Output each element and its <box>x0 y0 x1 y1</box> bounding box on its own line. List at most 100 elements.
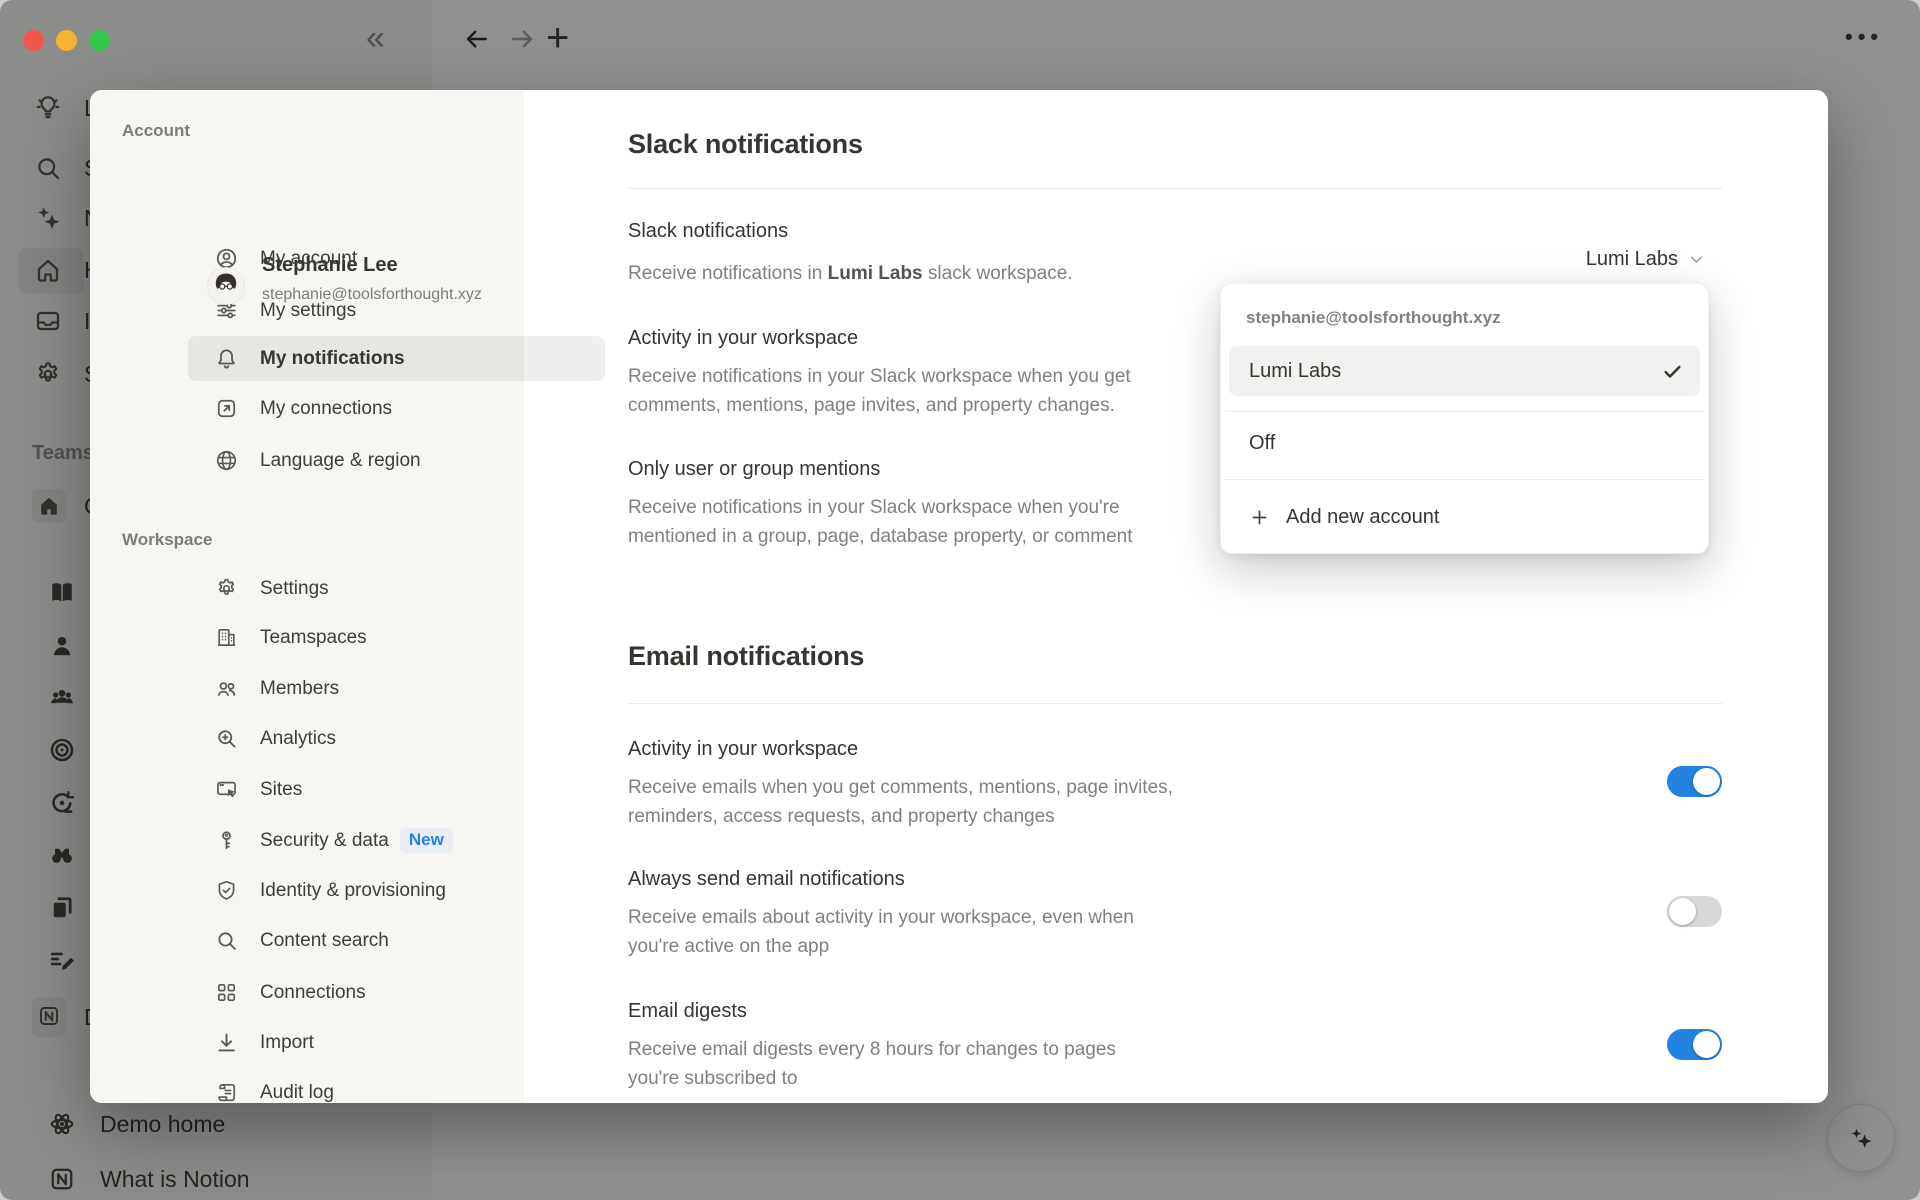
section-divider <box>628 703 1722 704</box>
screen: « L S N H I S Teams C <box>0 0 1920 1200</box>
dropdown-add-new-account[interactable]: Add new account <box>1249 506 1439 529</box>
chevron-down-icon <box>1687 250 1706 269</box>
always-send-row-desc: Receive emails about activity in your wo… <box>628 903 1134 961</box>
email-activity-toggle[interactable] <box>1667 766 1722 797</box>
sidebar-item-my-connections[interactable]: My connections <box>188 386 605 431</box>
notion-window: « L S N H I S Teams C <box>0 0 1920 1200</box>
sidebar-item-label: Language & region <box>260 450 421 472</box>
sidebar-item-language-region[interactable]: Language & region <box>188 438 605 483</box>
sidebar-item-label: My account <box>260 248 357 270</box>
desc-text: Receive emails when you get comments, me… <box>628 777 1173 798</box>
mentions-row-title: Only user or group mentions <box>628 458 880 481</box>
sidebar-item-my-settings[interactable]: My settings <box>188 288 605 333</box>
always-send-row-title: Always send email notifications <box>628 868 905 891</box>
toggle-knob <box>1693 768 1720 795</box>
mentions-row-desc: Receive notifications in your Slack work… <box>628 493 1133 551</box>
desc-text: Receive email digests every 8 hours for … <box>628 1039 1116 1060</box>
desc-text: Receive notifications in your Slack work… <box>628 497 1120 518</box>
sidebar-item-label: Content search <box>260 930 389 952</box>
slack-notifications-row-title: Slack notifications <box>628 220 788 243</box>
sidebar-item-label: Import <box>260 1032 314 1054</box>
sidebar-item-connections[interactable]: Connections <box>188 970 605 1015</box>
grid-icon <box>214 980 239 1005</box>
desc-text: reminders, access requests, and property… <box>628 806 1055 827</box>
dropdown-option-lumi-labs[interactable]: Lumi Labs <box>1229 346 1700 396</box>
members-icon <box>214 676 239 701</box>
desc-text: slack workspace. <box>923 263 1073 284</box>
settings-sidebar: Account Stephanie Lee stephanie@toolsfor… <box>90 90 524 1103</box>
sidebar-item-label: My settings <box>260 300 356 322</box>
shield-check-icon <box>214 878 239 903</box>
desc-bold-text: Lumi Labs <box>828 263 923 284</box>
search-icon <box>214 928 239 953</box>
activity-row-desc: Receive notifications in your Slack work… <box>628 362 1131 420</box>
email-activity-row-desc: Receive emails when you get comments, me… <box>628 773 1173 831</box>
email-notifications-heading: Email notifications <box>628 641 864 672</box>
desc-text: Receive emails about activity in your wo… <box>628 907 1134 928</box>
email-activity-row-title: Activity in your workspace <box>628 738 858 761</box>
magnifier-plus-icon <box>214 726 239 751</box>
email-digests-row-title: Email digests <box>628 1000 747 1023</box>
slack-notifications-heading: Slack notifications <box>628 129 863 160</box>
sidebar-item-audit-log[interactable]: Audit log <box>188 1070 605 1103</box>
sidebar-item-teamspaces[interactable]: Teamspaces <box>188 615 605 660</box>
desc-text: mentioned in a group, page, database pro… <box>628 526 1133 547</box>
sidebar-item-identity-provisioning[interactable]: Identity & provisioning <box>188 868 605 913</box>
sidebar-item-my-account[interactable]: My account <box>188 236 605 281</box>
sidebar-item-security-data[interactable]: Security & data New <box>188 818 605 863</box>
sidebar-item-label: Identity & provisioning <box>260 880 446 902</box>
dropdown-option-label: Lumi Labs <box>1249 360 1341 383</box>
scroll-icon <box>214 1080 239 1103</box>
dropdown-option-off[interactable]: Off <box>1249 432 1275 455</box>
dropdown-add-label: Add new account <box>1286 506 1439 529</box>
email-digests-toggle[interactable] <box>1667 1029 1722 1060</box>
sidebar-item-label: Teamspaces <box>260 627 367 649</box>
account-section-header: Account <box>122 121 190 141</box>
avatar[interactable] <box>207 267 245 305</box>
plus-icon <box>1249 507 1270 528</box>
slack-workspace-select[interactable]: Lumi Labs <box>1586 248 1706 271</box>
desc-text: you're active on the app <box>628 936 829 957</box>
zoom-window-button[interactable] <box>89 30 110 51</box>
sidebar-item-import[interactable]: Import <box>188 1020 605 1065</box>
email-digests-row-desc: Receive email digests every 8 hours for … <box>628 1035 1116 1093</box>
desc-text: Receive notifications in <box>628 263 828 284</box>
settings-modal: Account Stephanie Lee stephanie@toolsfor… <box>90 90 1828 1103</box>
desc-text: Receive notifications in your Slack work… <box>628 366 1131 387</box>
sidebar-item-members[interactable]: Members <box>188 666 605 711</box>
sidebar-item-sites[interactable]: Sites <box>188 767 605 812</box>
bell-icon <box>214 346 239 371</box>
browser-cursor-icon <box>214 777 239 802</box>
dropdown-divider <box>1225 411 1704 412</box>
sidebar-item-label: Connections <box>260 982 366 1004</box>
toggle-knob <box>1669 898 1696 925</box>
toggle-knob <box>1693 1031 1720 1058</box>
workspace-section-header: Workspace <box>122 530 212 550</box>
sidebar-item-analytics[interactable]: Analytics <box>188 716 605 761</box>
sidebar-item-my-notifications[interactable]: My notifications <box>188 336 605 381</box>
download-icon <box>214 1030 239 1055</box>
sidebar-item-settings[interactable]: Settings <box>188 566 605 611</box>
sidebar-item-label: Settings <box>260 578 329 600</box>
key-icon <box>214 828 239 853</box>
always-send-toggle[interactable] <box>1667 896 1722 927</box>
desc-text: comments, mentions, page invites, and pr… <box>628 395 1115 416</box>
slack-notifications-row-desc: Receive notifications in Lumi Labs slack… <box>628 259 1073 288</box>
section-divider <box>628 188 1722 189</box>
minimize-window-button[interactable] <box>56 30 77 51</box>
building-icon <box>214 625 239 650</box>
close-window-button[interactable] <box>23 30 44 51</box>
sidebar-item-label: My connections <box>260 398 392 420</box>
activity-row-title: Activity in your workspace <box>628 327 858 350</box>
sidebar-item-label: Members <box>260 678 339 700</box>
check-icon <box>1661 360 1684 383</box>
dropdown-account-email: stephanie@toolsforthought.xyz <box>1246 308 1501 328</box>
sidebar-item-label: Audit log <box>260 1082 334 1104</box>
sidebar-item-label: Security & data <box>260 830 389 852</box>
sidebar-item-content-search[interactable]: Content search <box>188 918 605 963</box>
sidebar-item-label: My notifications <box>260 348 405 370</box>
dropdown-divider <box>1225 479 1704 480</box>
desc-text: you're subscribed to <box>628 1068 797 1089</box>
sidebar-item-label: Analytics <box>260 728 336 750</box>
slack-workspace-dropdown: stephanie@toolsforthought.xyz Lumi Labs … <box>1220 283 1709 554</box>
